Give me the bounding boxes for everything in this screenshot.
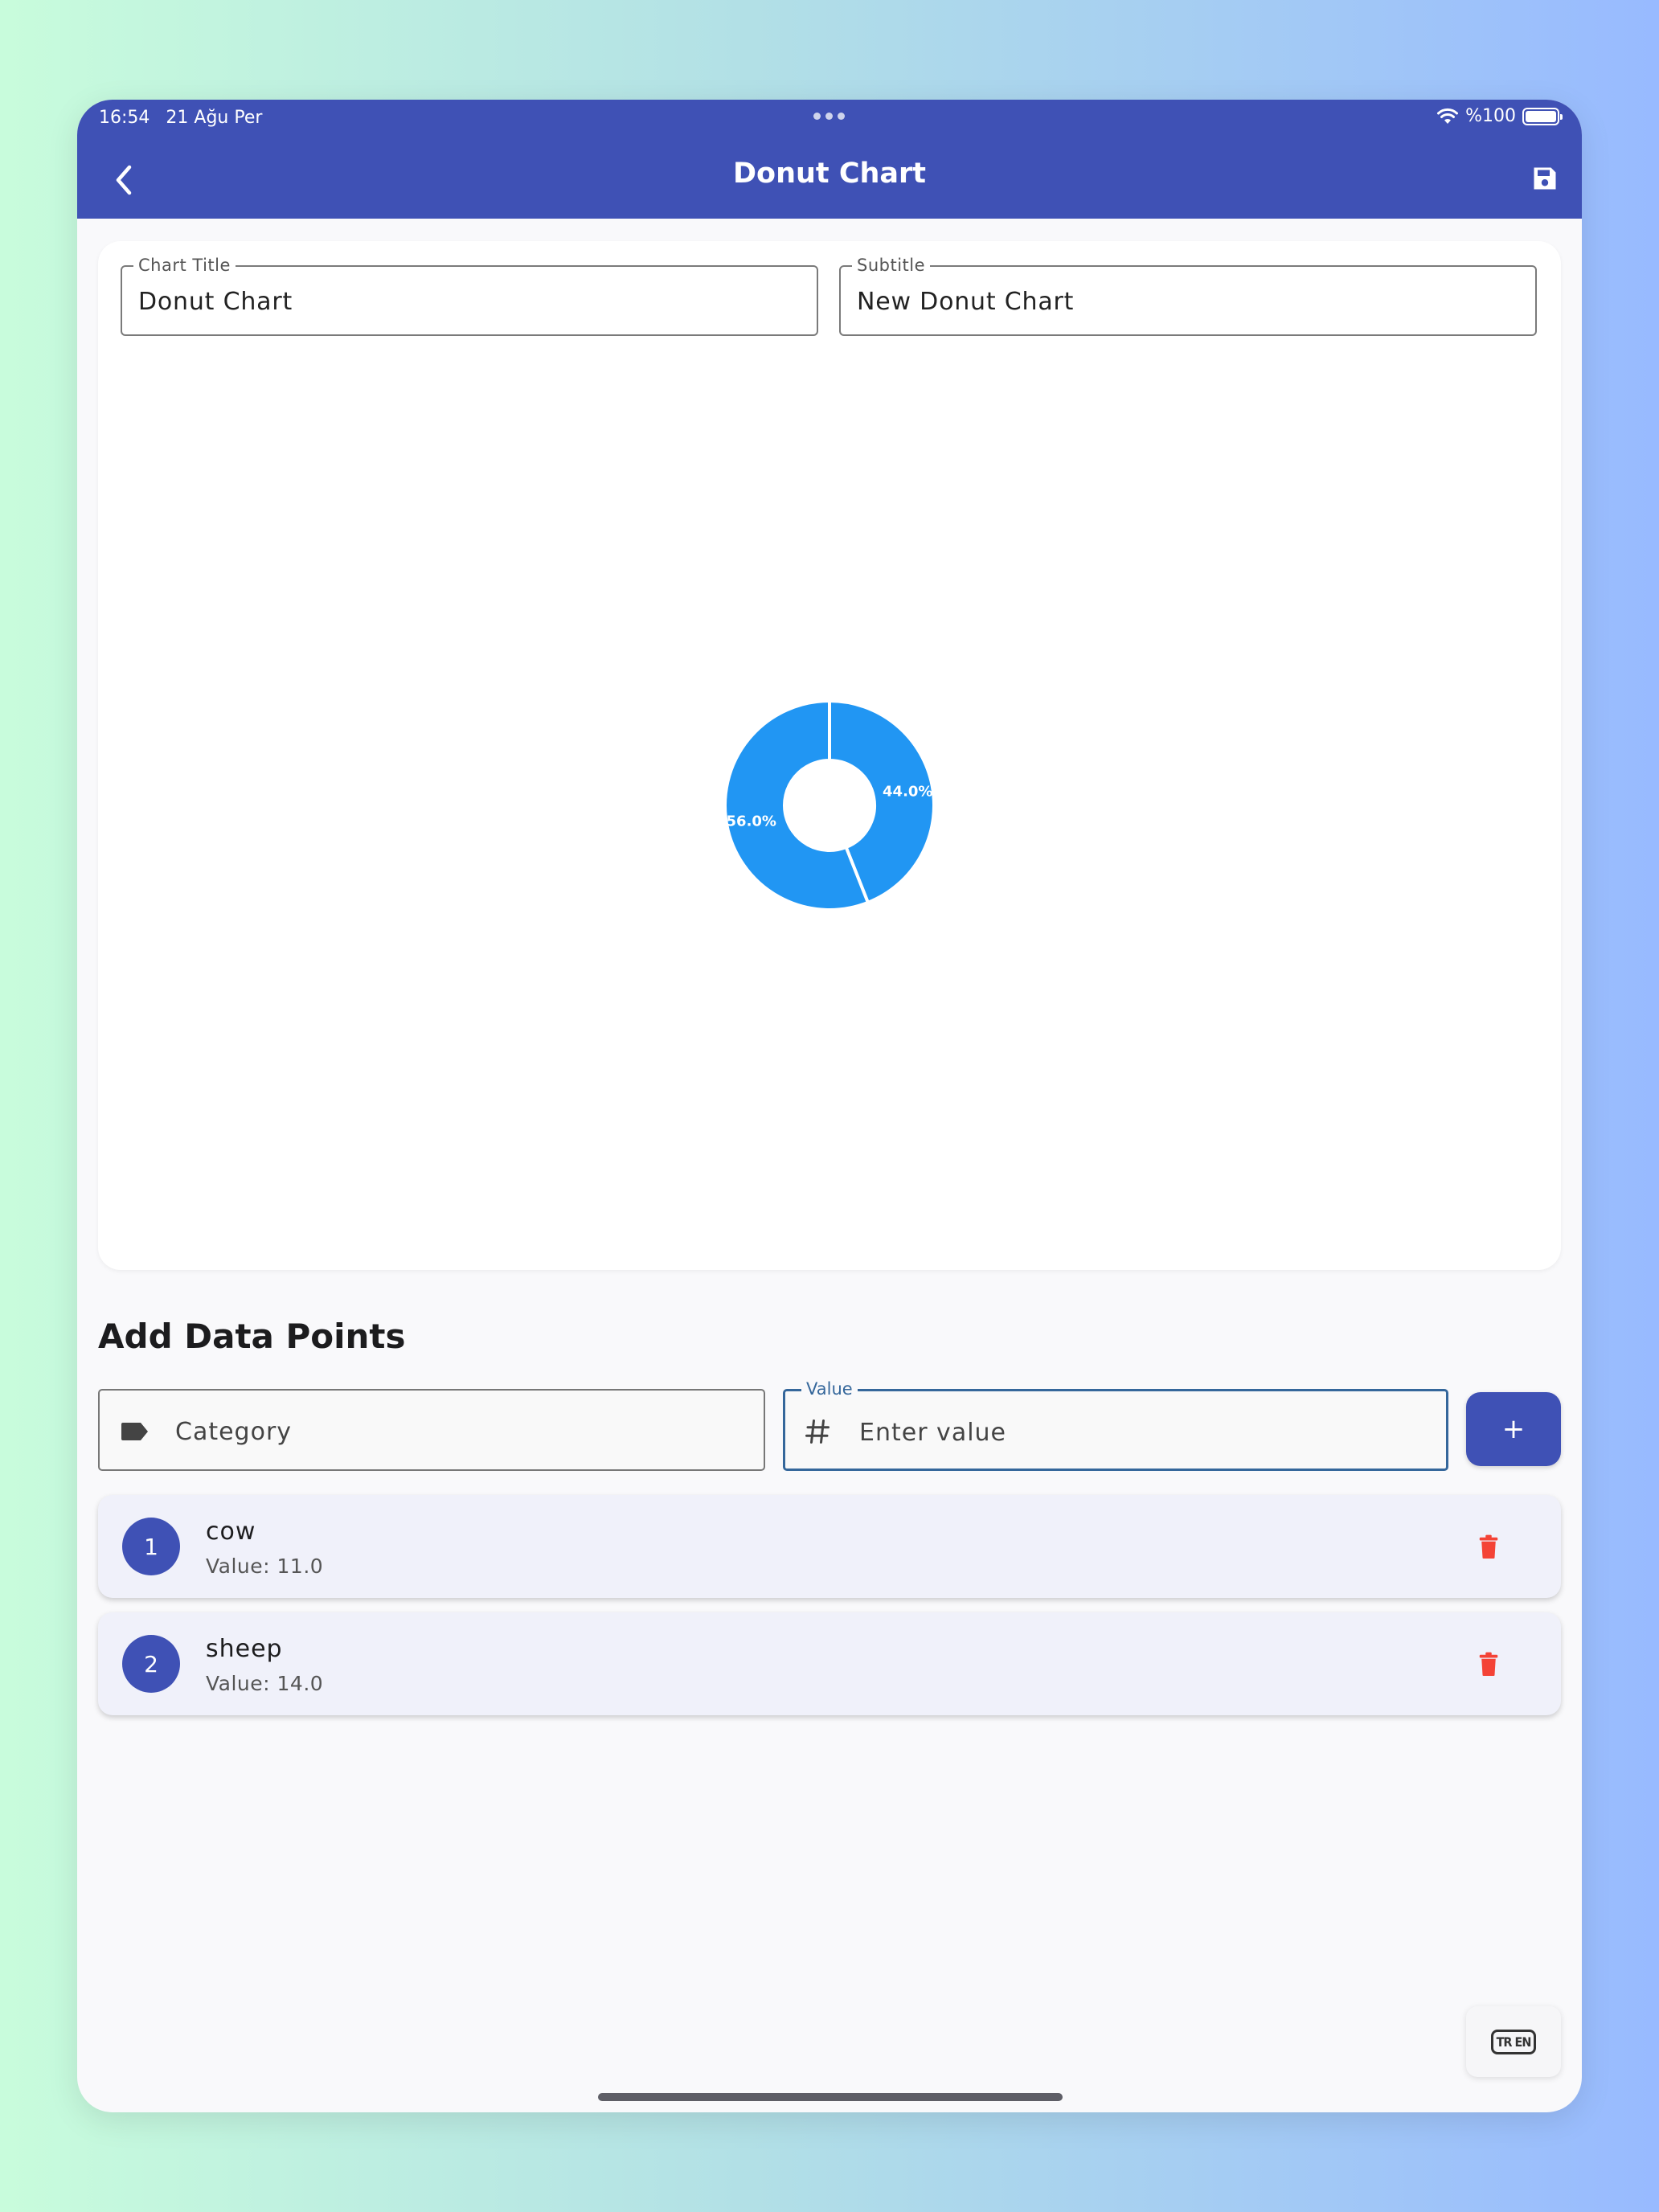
item-value: Value: 11.0 bbox=[206, 1555, 324, 1578]
item-index-avatar: 2 bbox=[122, 1635, 180, 1693]
home-indicator[interactable] bbox=[598, 2093, 1063, 2101]
delete-button[interactable] bbox=[1473, 1648, 1505, 1680]
list-item[interactable]: 2 sheep Value: 14.0 bbox=[98, 1612, 1561, 1715]
slice-label-cow: 44.0% bbox=[883, 783, 932, 800]
item-name: cow bbox=[206, 1518, 256, 1546]
save-button[interactable] bbox=[1522, 156, 1567, 201]
plus-icon: + bbox=[1501, 1413, 1526, 1445]
hashtag-icon bbox=[805, 1419, 830, 1444]
status-date: 21 Ağu Per bbox=[166, 108, 263, 128]
multitask-dots-icon[interactable] bbox=[813, 113, 845, 120]
category-input[interactable]: Category bbox=[98, 1389, 765, 1471]
value-label: Value bbox=[801, 1379, 858, 1399]
app-bar: 16:54 21 Ağu Per %100 Donut Chart bbox=[77, 100, 1582, 219]
list-item[interactable]: 1 cow Value: 11.0 bbox=[98, 1495, 1561, 1598]
item-value: Value: 14.0 bbox=[206, 1672, 324, 1695]
trash-icon bbox=[1479, 1652, 1498, 1676]
battery-icon bbox=[1522, 107, 1563, 125]
language-badge-icon: TR EN bbox=[1490, 2029, 1537, 2054]
item-index-avatar: 1 bbox=[122, 1518, 180, 1575]
trash-icon bbox=[1479, 1534, 1498, 1559]
delete-button[interactable] bbox=[1473, 1530, 1505, 1563]
floppy-disk-icon bbox=[1534, 167, 1556, 190]
status-time: 16:54 bbox=[99, 108, 150, 128]
language-toggle-button[interactable]: TR EN bbox=[1466, 2006, 1561, 2077]
battery-percent: %100 bbox=[1465, 106, 1516, 126]
status-bar: 16:54 21 Ağu Per %100 bbox=[77, 100, 1582, 133]
chart-card: Chart Title Donut Chart Subtitle New Don… bbox=[98, 241, 1561, 1270]
add-data-points-title: Add Data Points bbox=[98, 1317, 406, 1356]
label-tag-icon bbox=[121, 1423, 148, 1440]
donut-chart: 44.0% 56.0% bbox=[723, 698, 936, 911]
page-title: Donut Chart bbox=[732, 158, 927, 190]
item-name: sheep bbox=[206, 1635, 283, 1663]
slice-label-sheep: 56.0% bbox=[727, 813, 776, 830]
add-data-point-button[interactable]: + bbox=[1466, 1392, 1561, 1466]
tablet-screen: 16:54 21 Ağu Per %100 Donut Chart Chart … bbox=[77, 100, 1582, 2112]
wifi-icon bbox=[1437, 108, 1459, 124]
value-input[interactable]: Value Enter value bbox=[783, 1379, 1448, 1471]
value-placeholder: Enter value bbox=[859, 1419, 1007, 1447]
category-placeholder: Category bbox=[175, 1418, 293, 1446]
